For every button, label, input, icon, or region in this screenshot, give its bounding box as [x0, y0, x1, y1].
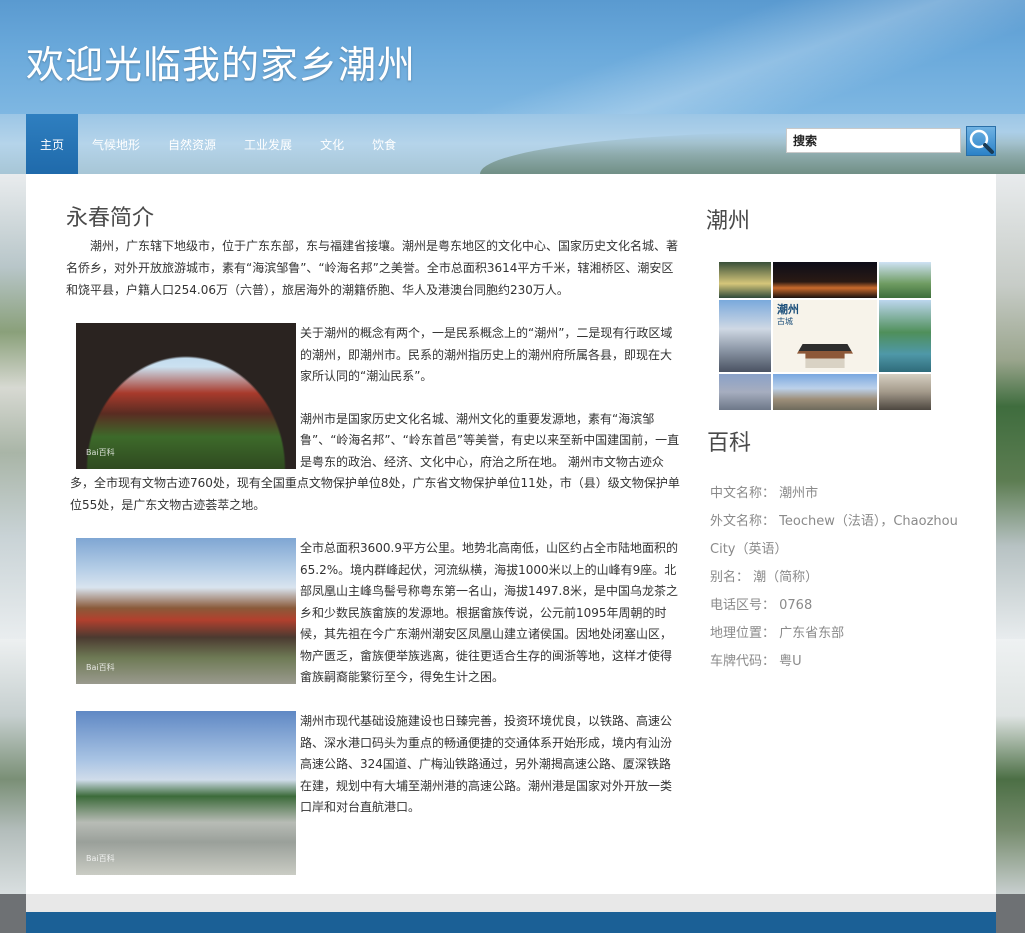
backdrop-right-lower — [996, 639, 1025, 894]
footer-light-strip — [26, 894, 996, 912]
site-header: 欢迎光临我的家乡潮州 — [0, 0, 1025, 114]
image-watermark: Bai百科 — [86, 853, 115, 863]
search-icon — [969, 129, 994, 154]
collage-tile — [879, 262, 931, 298]
search-button[interactable] — [966, 126, 996, 156]
city-wall-riverside-photo: Bai百科 — [76, 711, 296, 875]
collage-tile — [879, 374, 931, 410]
content-block-geography: Bai百科 全市总面积3600.9平方公里。地势北高南低，山区约占全市陆地面积的… — [70, 538, 680, 689]
collage-tile — [773, 374, 877, 410]
nav-item-resources[interactable]: 自然资源 — [154, 114, 230, 174]
collage-tile — [719, 374, 771, 410]
footer-bar — [26, 912, 996, 933]
nav-item-home[interactable]: 主页 — [26, 114, 79, 174]
info-alias: 别名： 潮（简称） — [710, 570, 819, 585]
info-foreign-name: 外文名称： Teochew（法语），Chaozhou City（英语） — [710, 514, 958, 557]
backdrop-left-lower — [0, 639, 26, 894]
baike-info-list: 中文名称： 潮州市 外文名称： Teochew（法语），Chaozhou Cit… — [710, 480, 980, 676]
backdrop-left — [0, 174, 26, 639]
collage-tile — [719, 300, 771, 372]
baike-heading: 百科 — [707, 431, 752, 456]
backdrop-right — [996, 174, 1025, 639]
collage-tile — [879, 300, 931, 372]
nav-item-climate[interactable]: 气候地形 — [78, 114, 154, 174]
site-title: 欢迎光临我的家乡潮州 — [26, 43, 417, 87]
pavilion-roof-graphic — [797, 344, 853, 368]
search-input[interactable] — [786, 128, 961, 153]
image-watermark: Bai百科 — [86, 662, 115, 672]
info-chinese-name: 中文名称： 潮州市 — [710, 486, 819, 501]
image-watermark: Bai百科 — [86, 447, 115, 457]
collage-subtitle: 古城 — [777, 317, 793, 326]
intro-heading: 永春简介 — [66, 206, 155, 231]
collage-brand: 潮州 — [777, 303, 799, 316]
content-block-history: Bai百科 关于潮州的概念有两个，一是民系概念上的“潮州”，二是现有行政区域的潮… — [70, 323, 680, 516]
ancestral-hall-gate-photo: Bai百科 — [76, 323, 296, 469]
city-heading: 潮州 — [706, 209, 751, 234]
info-plate-code: 车牌代码： 粤U — [710, 654, 802, 669]
kaiyuan-temple-photo: Bai百科 — [76, 538, 296, 684]
content-block-infrastructure: Bai百科 潮州市现代基础设施建设也日臻完善，投资环境优良，以铁路、高速公路、深… — [70, 711, 680, 879]
intro-paragraph: 潮州，广东辖下地级市，位于广东东部，东与福建省接壤。潮州是粤东地区的文化中心、国… — [66, 239, 679, 297]
info-location: 地理位置： 广东省东部 — [710, 626, 845, 641]
nav-item-industry[interactable]: 工业发展 — [230, 114, 306, 174]
nav-item-food[interactable]: 饮食 — [358, 114, 410, 174]
chaozhou-photo-collage: 潮州 古城 — [719, 262, 933, 414]
collage-tile — [773, 262, 877, 298]
nav-item-culture[interactable]: 文化 — [306, 114, 358, 174]
collage-tile — [719, 262, 771, 298]
info-area-code: 电话区号： 0768 — [710, 598, 813, 613]
collage-center-tile: 潮州 古城 — [773, 300, 877, 372]
main-nav: 主页 气候地形 自然资源 工业发展 文化 饮食 — [26, 114, 410, 174]
